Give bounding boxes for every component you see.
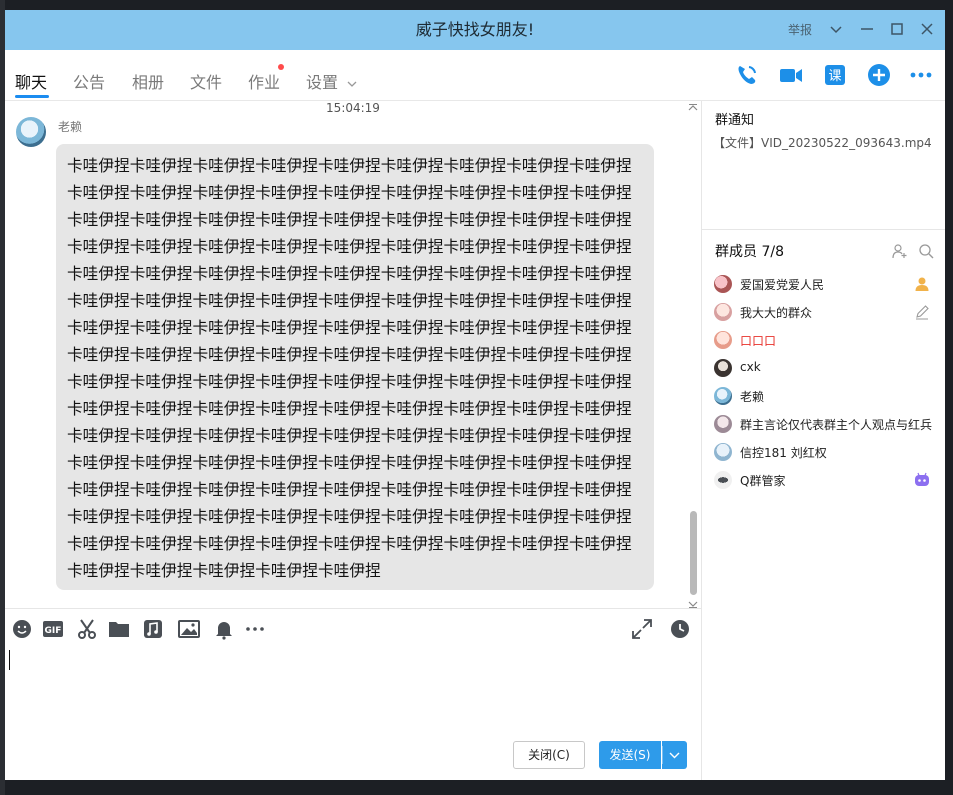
divider — [702, 229, 945, 230]
phone-icon[interactable] — [734, 62, 760, 88]
scissors-icon[interactable] — [75, 617, 99, 641]
class-icon[interactable]: 课 — [822, 62, 848, 88]
image-icon[interactable] — [177, 617, 201, 641]
member-name: 口口口 — [740, 334, 777, 348]
more-icon[interactable] — [908, 62, 934, 88]
maximize-icon[interactable] — [886, 18, 908, 40]
member-name: 我大大的群众 — [740, 306, 813, 320]
message-line: 卡哇伊捏卡哇伊捏卡哇伊捏卡哇伊捏卡哇伊捏 — [67, 561, 381, 580]
send-options-button[interactable] — [662, 741, 687, 769]
member-item[interactable]: 爱国爱党爱人民 — [714, 273, 938, 295]
gif-icon-text: GIF — [45, 626, 62, 636]
member-item[interactable]: 我大大的群众 — [714, 301, 938, 323]
group-notice-body[interactable]: 【文件】VID_20230522_093643.mp4 — [713, 134, 932, 151]
member-item[interactable]: Q群管家 — [714, 469, 938, 491]
message-line: 卡哇伊捏卡哇伊捏卡哇伊捏卡哇伊捏卡哇伊捏卡哇伊捏卡哇伊捏卡哇伊捏卡哇伊捏 — [67, 345, 632, 364]
tab-chat[interactable]: 聊天 — [15, 69, 47, 93]
tab-settings-label: 设置 — [306, 73, 339, 92]
tab-files[interactable]: 文件 — [190, 69, 222, 93]
gif-icon[interactable]: GIF — [41, 617, 65, 641]
tab-settings[interactable]: 设置 — [306, 69, 357, 93]
add-member-icon[interactable] — [892, 243, 908, 259]
group-side-panel: 群通知 【文件】VID_20230522_093643.mp4 群成员 7/8 … — [701, 101, 945, 780]
member-name: 信控181 刘红权 — [740, 446, 827, 460]
input-toolbar: GIF — [5, 608, 701, 649]
scrollbar-thumb[interactable] — [690, 511, 697, 595]
message-line: 卡哇伊捏卡哇伊捏卡哇伊捏卡哇伊捏卡哇伊捏卡哇伊捏卡哇伊捏卡哇伊捏卡哇伊捏 — [67, 480, 632, 499]
title-bar: 威子快找女朋友! 举报 — [5, 10, 945, 50]
scroll-down-icon[interactable] — [687, 598, 699, 608]
member-item[interactable]: 老赖 — [714, 385, 938, 407]
text-caret — [9, 650, 10, 670]
history-icon[interactable] — [668, 617, 692, 641]
tab-homework[interactable]: 作业 — [248, 69, 280, 93]
message-line: 卡哇伊捏卡哇伊捏卡哇伊捏卡哇伊捏卡哇伊捏卡哇伊捏卡哇伊捏卡哇伊捏卡哇伊捏 — [67, 399, 632, 418]
scroll-up-icon[interactable] — [687, 102, 699, 112]
owner-icon — [914, 276, 930, 292]
avatar — [714, 275, 732, 293]
chevron-down-icon — [662, 746, 680, 764]
chat-area: 15:04:19 老赖 卡哇伊捏卡哇伊捏卡哇伊捏卡哇伊捏卡哇伊捏卡哇伊捏卡哇伊捏… — [5, 101, 701, 608]
search-icon[interactable] — [918, 243, 934, 259]
notification-dot — [278, 64, 284, 70]
message-line: 卡哇伊捏卡哇伊捏卡哇伊捏卡哇伊捏卡哇伊捏卡哇伊捏卡哇伊捏卡哇伊捏卡哇伊捏 — [67, 453, 632, 472]
expand-icon[interactable] — [630, 617, 654, 641]
member-name: 爱国爱党爱人民 — [740, 278, 825, 292]
avatar[interactable] — [16, 117, 46, 147]
emoji-icon[interactable] — [10, 617, 34, 641]
active-tab-underline — [15, 95, 49, 98]
class-icon-text: 课 — [828, 69, 841, 84]
avatar — [714, 471, 732, 489]
avatar — [714, 359, 732, 377]
sender-name: 老赖 — [58, 120, 83, 134]
message-bubble[interactable]: 卡哇伊捏卡哇伊捏卡哇伊捏卡哇伊捏卡哇伊捏卡哇伊捏卡哇伊捏卡哇伊捏卡哇伊捏 卡哇伊… — [56, 144, 654, 590]
chevron-down-icon — [347, 81, 357, 87]
member-item[interactable]: 群主言论仅代表群主个人观点与红兵 — [714, 413, 938, 435]
send-button[interactable]: 发送(S) — [599, 741, 661, 769]
avatar — [714, 303, 732, 321]
music-icon[interactable] — [141, 617, 165, 641]
member-item[interactable]: 信控181 刘红权 — [714, 441, 938, 463]
message-line: 卡哇伊捏卡哇伊捏卡哇伊捏卡哇伊捏卡哇伊捏卡哇伊捏卡哇伊捏卡哇伊捏卡哇伊捏 — [67, 237, 632, 256]
message-line: 卡哇伊捏卡哇伊捏卡哇伊捏卡哇伊捏卡哇伊捏卡哇伊捏卡哇伊捏卡哇伊捏卡哇伊捏 — [67, 318, 632, 337]
message-line: 卡哇伊捏卡哇伊捏卡哇伊捏卡哇伊捏卡哇伊捏卡哇伊捏卡哇伊捏卡哇伊捏卡哇伊捏 — [67, 426, 632, 445]
group-notice-title[interactable]: 群通知 — [715, 109, 754, 128]
message-line: 卡哇伊捏卡哇伊捏卡哇伊捏卡哇伊捏卡哇伊捏卡哇伊捏卡哇伊捏卡哇伊捏卡哇伊捏 — [67, 534, 632, 553]
message-line: 卡哇伊捏卡哇伊捏卡哇伊捏卡哇伊捏卡哇伊捏卡哇伊捏卡哇伊捏卡哇伊捏卡哇伊捏 — [67, 291, 632, 310]
avatar — [714, 387, 732, 405]
message-line: 卡哇伊捏卡哇伊捏卡哇伊捏卡哇伊捏卡哇伊捏卡哇伊捏卡哇伊捏卡哇伊捏卡哇伊捏 — [67, 372, 632, 391]
avatar — [714, 443, 732, 461]
more-icon[interactable] — [243, 617, 267, 641]
member-item[interactable]: cxk — [714, 357, 938, 379]
member-item[interactable]: 口口口 — [714, 329, 938, 351]
tab-announcement[interactable]: 公告 — [73, 69, 105, 93]
member-name: 群主言论仅代表群主个人观点与红兵 — [740, 418, 932, 432]
member-name: cxk — [740, 360, 761, 374]
close-button[interactable]: 关闭(C) — [513, 741, 585, 769]
member-name: Q群管家 — [740, 474, 786, 488]
folder-icon[interactable] — [107, 617, 131, 641]
member-name: 老赖 — [740, 390, 765, 404]
message-line: 卡哇伊捏卡哇伊捏卡哇伊捏卡哇伊捏卡哇伊捏卡哇伊捏卡哇伊捏卡哇伊捏卡哇伊捏 — [67, 183, 632, 202]
members-title: 群成员 7/8 — [715, 244, 784, 260]
bot-icon — [914, 472, 930, 488]
close-icon[interactable] — [916, 18, 938, 40]
add-icon[interactable] — [866, 62, 892, 88]
message-line: 卡哇伊捏卡哇伊捏卡哇伊捏卡哇伊捏卡哇伊捏卡哇伊捏卡哇伊捏卡哇伊捏卡哇伊捏 — [67, 156, 632, 175]
avatar — [714, 415, 732, 433]
chevron-down-icon[interactable] — [825, 18, 847, 40]
message-input[interactable] — [5, 648, 701, 738]
report-button[interactable]: 举报 — [788, 21, 812, 38]
message-line: 卡哇伊捏卡哇伊捏卡哇伊捏卡哇伊捏卡哇伊捏卡哇伊捏卡哇伊捏卡哇伊捏卡哇伊捏 — [67, 264, 632, 283]
chat-window: 威子快找女朋友! 举报 聊天 公告 相册 文件 作业 设置 课 15:04:19… — [5, 10, 945, 780]
message-line: 卡哇伊捏卡哇伊捏卡哇伊捏卡哇伊捏卡哇伊捏卡哇伊捏卡哇伊捏卡哇伊捏卡哇伊捏 — [67, 210, 632, 229]
message-line: 卡哇伊捏卡哇伊捏卡哇伊捏卡哇伊捏卡哇伊捏卡哇伊捏卡哇伊捏卡哇伊捏卡哇伊捏 — [67, 507, 632, 526]
edit-icon[interactable] — [914, 304, 930, 320]
tab-album[interactable]: 相册 — [132, 69, 164, 93]
avatar — [714, 331, 732, 349]
video-icon[interactable] — [778, 62, 804, 88]
message-timestamp: 15:04:19 — [326, 101, 380, 115]
minimize-icon[interactable] — [856, 18, 878, 40]
bell-icon[interactable] — [212, 617, 236, 641]
